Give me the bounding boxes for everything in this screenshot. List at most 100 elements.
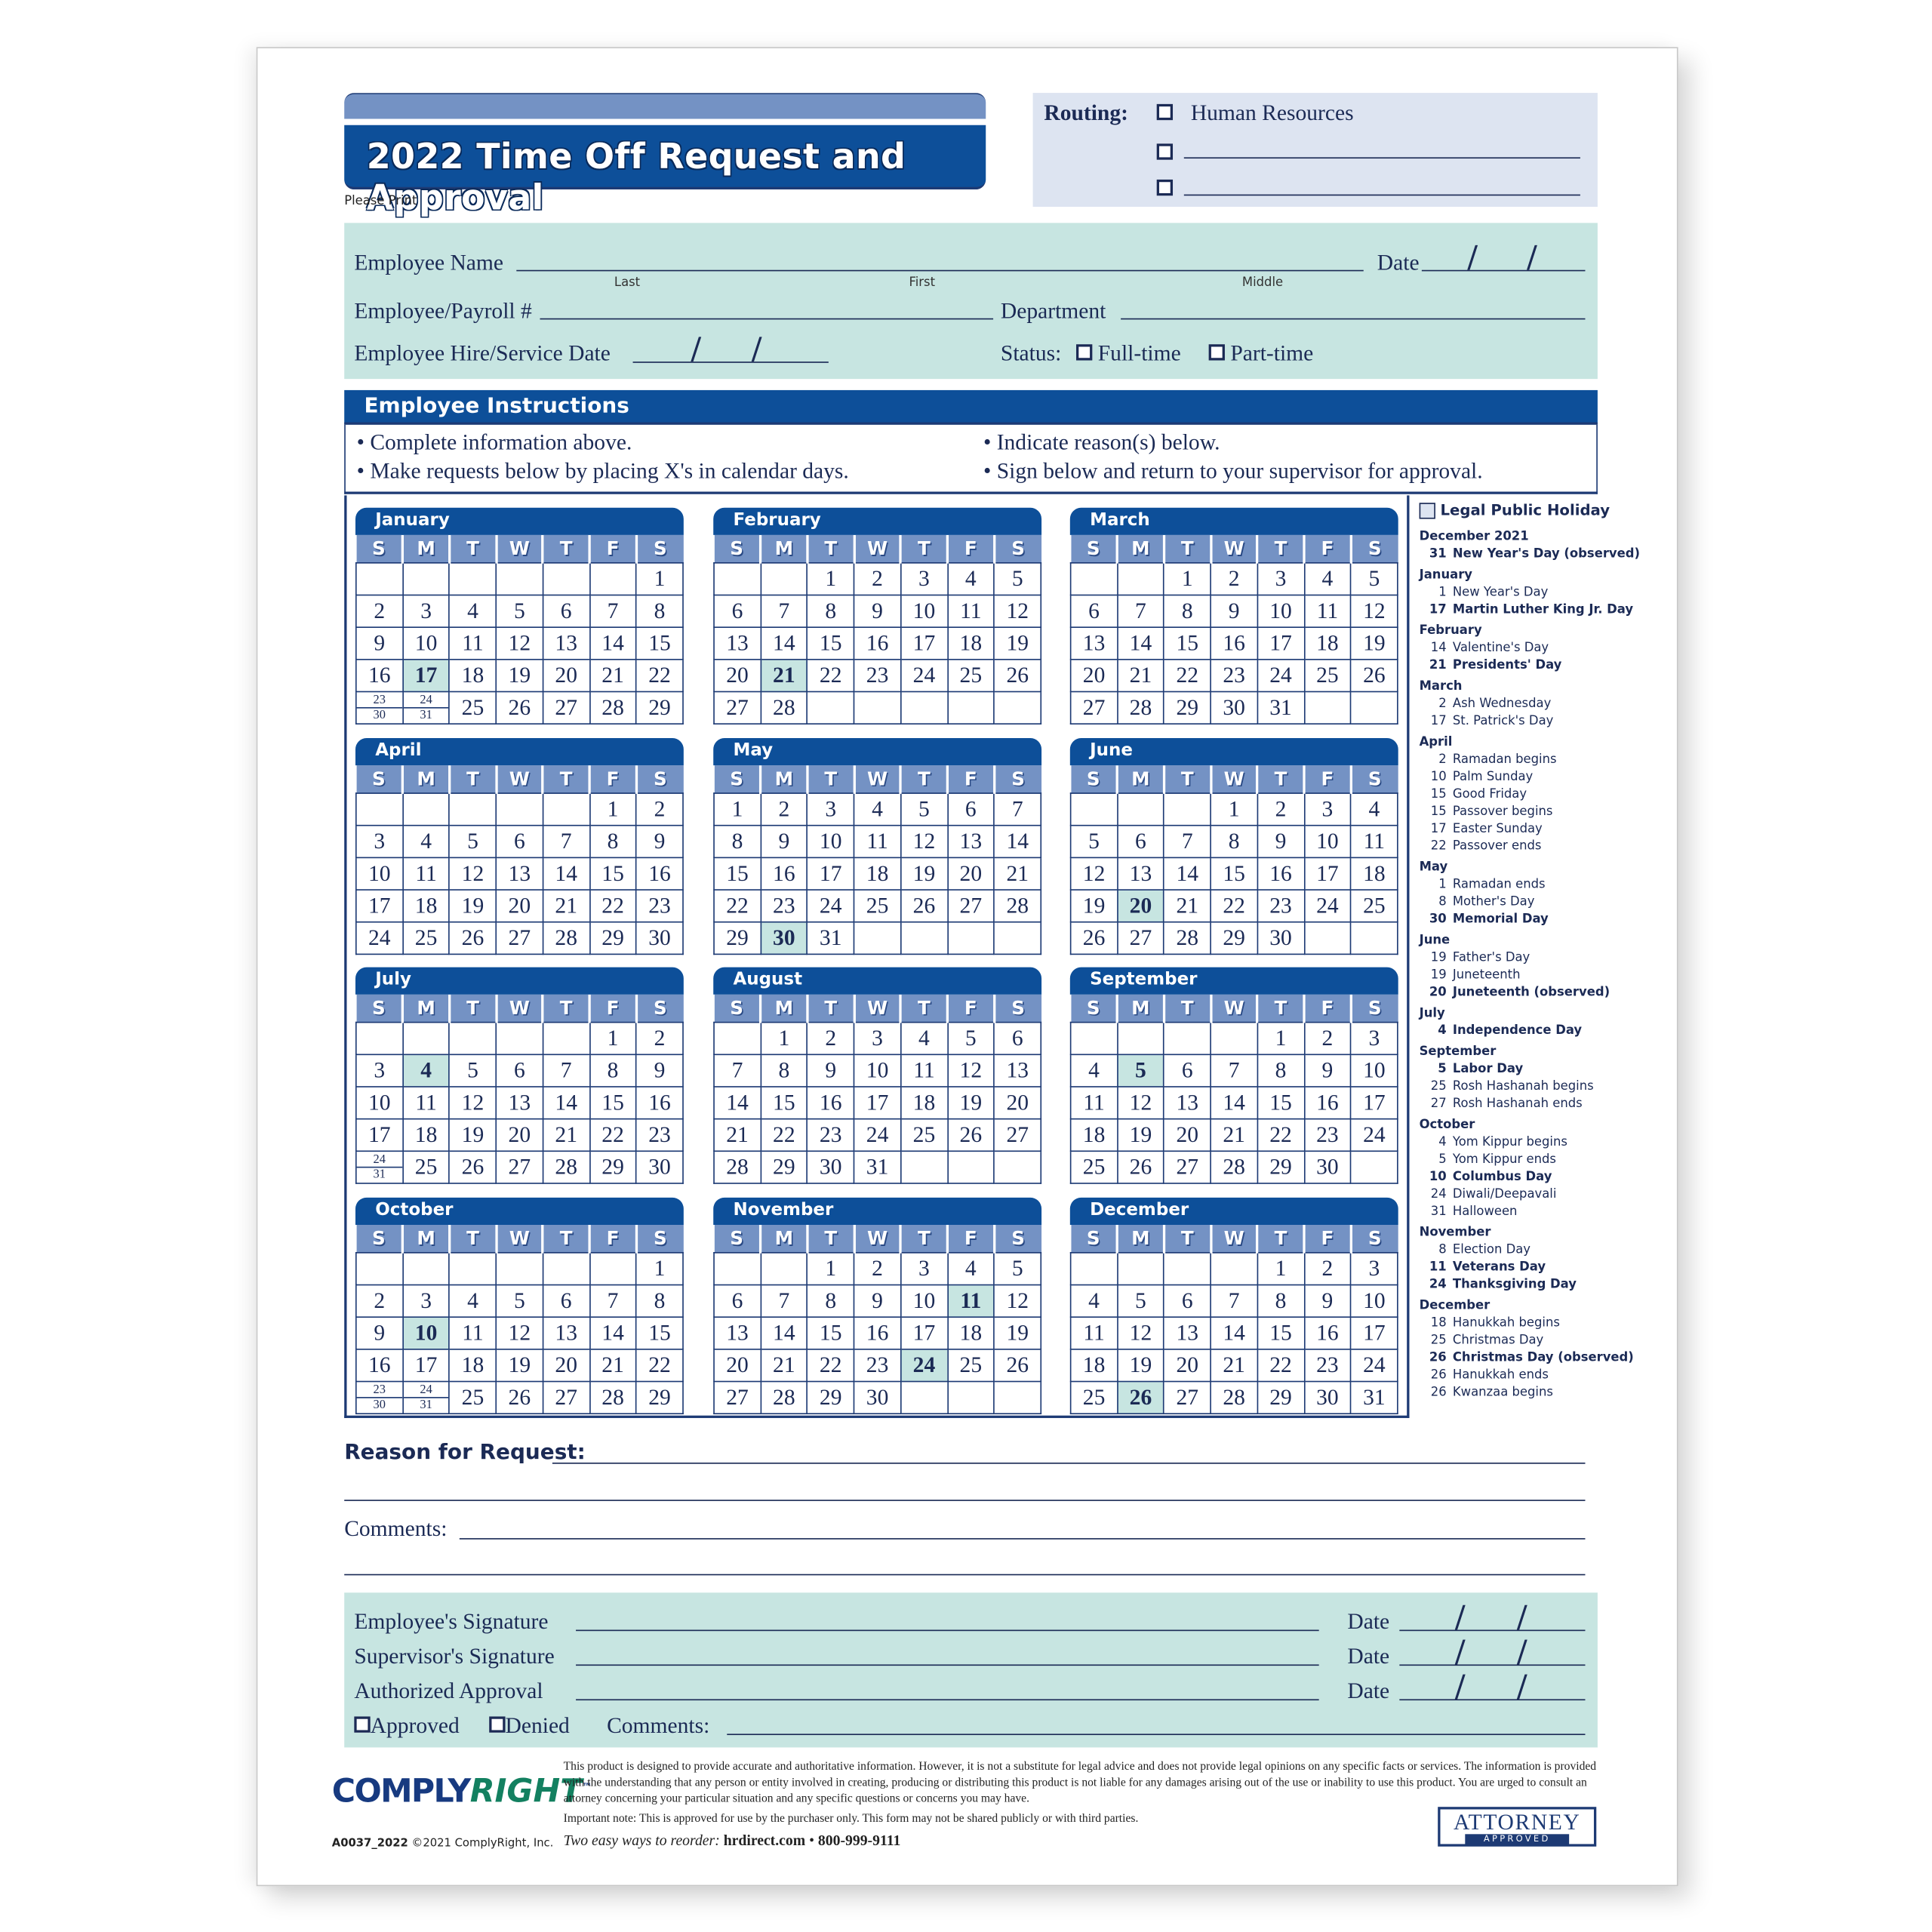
day-cell[interactable]: 17 — [853, 1086, 902, 1120]
day-cell[interactable]: 25 — [401, 1150, 451, 1184]
day-cell[interactable]: 16 — [853, 1316, 902, 1350]
routing-blank-field[interactable] — [1183, 157, 1580, 159]
denied-option[interactable]: Denied — [489, 1713, 570, 1739]
day-cell[interactable]: 21 — [1116, 659, 1165, 693]
day-cell[interactable]: 15 — [1257, 1086, 1305, 1120]
day-cell[interactable]: 25 — [946, 1349, 995, 1383]
day-cell[interactable]: 30 — [635, 921, 684, 955]
day-cell[interactable]: 5 — [448, 1054, 497, 1088]
day-cell[interactable]: 22 — [589, 889, 637, 923]
day-cell[interactable]: 11 — [900, 1054, 949, 1088]
day-cell[interactable]: 23 — [853, 659, 902, 693]
day-cell[interactable]: 5 — [448, 824, 497, 859]
day-cell[interactable]: 4 — [1069, 1054, 1118, 1088]
day-cell[interactable]: 3 — [900, 1252, 949, 1286]
day-cell[interactable]: 26 — [900, 889, 949, 923]
day-cell[interactable]: 16 — [635, 1086, 684, 1120]
day-cell[interactable]: 26 — [1116, 1150, 1165, 1184]
day-cell[interactable]: 12 — [495, 626, 544, 660]
day-cell[interactable]: 13 — [1116, 857, 1165, 891]
day-cell[interactable]: 6 — [1116, 824, 1165, 859]
employee-signature-field[interactable] — [576, 1629, 1319, 1632]
day-cell[interactable]: 27 — [542, 691, 590, 724]
supervisor-signature-field[interactable] — [576, 1664, 1319, 1666]
day-cell[interactable]: 12 — [900, 824, 949, 859]
day-cell[interactable]: 26 — [495, 1380, 544, 1415]
day-cell[interactable]: 4 — [448, 594, 497, 628]
day-cell[interactable]: 30 — [1303, 1150, 1352, 1184]
day-cell[interactable]: 14 — [589, 1316, 637, 1350]
day-cell[interactable]: 24 — [355, 921, 404, 955]
day-cell[interactable]: 20 — [1116, 889, 1165, 923]
day-cell[interactable]: 6 — [542, 1284, 590, 1318]
day-cell[interactable]: 5 — [495, 594, 544, 628]
day-cell[interactable]: 19 — [495, 1349, 544, 1383]
day-cell[interactable]: 23 30 — [355, 691, 404, 724]
day-cell[interactable]: 5 — [900, 792, 949, 826]
day-cell[interactable]: 19 — [1069, 889, 1118, 923]
day-cell[interactable]: 10 — [401, 626, 451, 660]
day-cell[interactable]: 24 — [900, 1349, 949, 1383]
day-cell[interactable]: 8 — [1257, 1054, 1305, 1088]
day-cell[interactable]: 4 — [853, 792, 902, 826]
day-cell[interactable]: 20 — [946, 857, 995, 891]
day-cell[interactable]: 30 — [1303, 1380, 1352, 1415]
day-cell[interactable]: 12 — [1116, 1316, 1165, 1350]
day-cell[interactable]: 11 — [853, 824, 902, 859]
day-cell[interactable]: 8 — [1163, 594, 1212, 628]
day-cell[interactable]: 12 — [993, 594, 1042, 628]
day-cell[interactable]: 23 — [1257, 889, 1305, 923]
checkbox[interactable] — [1156, 103, 1174, 121]
day-cell[interactable]: 9 — [1303, 1054, 1352, 1088]
day-cell[interactable]: 24 — [1303, 889, 1352, 923]
day-cell[interactable]: 7 — [589, 594, 637, 628]
day-cell[interactable]: 7 — [1210, 1054, 1258, 1088]
day-cell[interactable]: 18 — [946, 1316, 995, 1350]
day-cell[interactable]: 13 — [713, 1316, 761, 1350]
day-cell[interactable]: 28 — [542, 921, 590, 955]
day-cell[interactable]: 19 — [900, 857, 949, 891]
day-cell[interactable]: 30 — [853, 1380, 902, 1415]
day-cell[interactable]: 21 — [1210, 1349, 1258, 1383]
day-cell[interactable]: 12 — [448, 857, 497, 891]
day-cell[interactable]: 31 — [853, 1150, 902, 1184]
day-cell[interactable]: 28 — [1116, 691, 1165, 724]
day-cell[interactable]: 20 — [1069, 659, 1118, 693]
day-cell[interactable]: 3 — [1350, 1021, 1398, 1056]
day-cell[interactable]: 9 — [355, 1316, 404, 1350]
authorized-approval-date-field[interactable] — [1399, 1699, 1586, 1701]
day-cell[interactable]: 24 — [900, 659, 949, 693]
day-cell[interactable]: 24 — [1350, 1118, 1398, 1152]
day-cell[interactable]: 24 — [806, 889, 855, 923]
day-cell[interactable]: 27 — [993, 1118, 1042, 1152]
day-cell[interactable]: 27 — [542, 1380, 590, 1415]
day-cell[interactable]: 20 — [713, 1349, 761, 1383]
day-cell[interactable]: 3 — [355, 1054, 404, 1088]
day-cell[interactable]: 20 — [1163, 1349, 1212, 1383]
day-cell[interactable]: 13 — [1069, 626, 1118, 660]
day-cell[interactable]: 27 — [1069, 691, 1118, 724]
day-cell[interactable]: 9 — [1257, 824, 1305, 859]
day-cell[interactable]: 8 — [589, 824, 637, 859]
day-cell[interactable]: 24 31 — [401, 691, 451, 724]
day-cell[interactable]: 30 — [1257, 921, 1305, 955]
day-cell[interactable]: 19 — [1116, 1118, 1165, 1152]
day-cell[interactable]: 22 — [635, 659, 684, 693]
day-cell[interactable]: 21 — [542, 889, 590, 923]
day-cell[interactable]: 26 — [993, 659, 1042, 693]
day-cell[interactable]: 28 — [589, 691, 637, 724]
comments-field-line2[interactable] — [344, 1574, 1586, 1576]
day-cell[interactable]: 24 31 — [401, 1380, 451, 1415]
day-cell[interactable]: 21 — [542, 1118, 590, 1152]
day-cell[interactable]: 7 — [760, 594, 808, 628]
day-cell[interactable]: 28 — [589, 1380, 637, 1415]
day-cell[interactable]: 18 — [1303, 626, 1352, 660]
day-cell[interactable]: 3 — [401, 594, 451, 628]
day-cell[interactable]: 26 — [1350, 659, 1398, 693]
day-cell[interactable]: 15 — [713, 857, 761, 891]
day-cell[interactable]: 2 — [853, 1252, 902, 1286]
day-cell[interactable]: 23 — [635, 1118, 684, 1152]
day-cell[interactable]: 4 — [401, 1054, 451, 1088]
day-cell[interactable]: 27 — [713, 691, 761, 724]
day-cell[interactable]: 24 — [1350, 1349, 1398, 1383]
